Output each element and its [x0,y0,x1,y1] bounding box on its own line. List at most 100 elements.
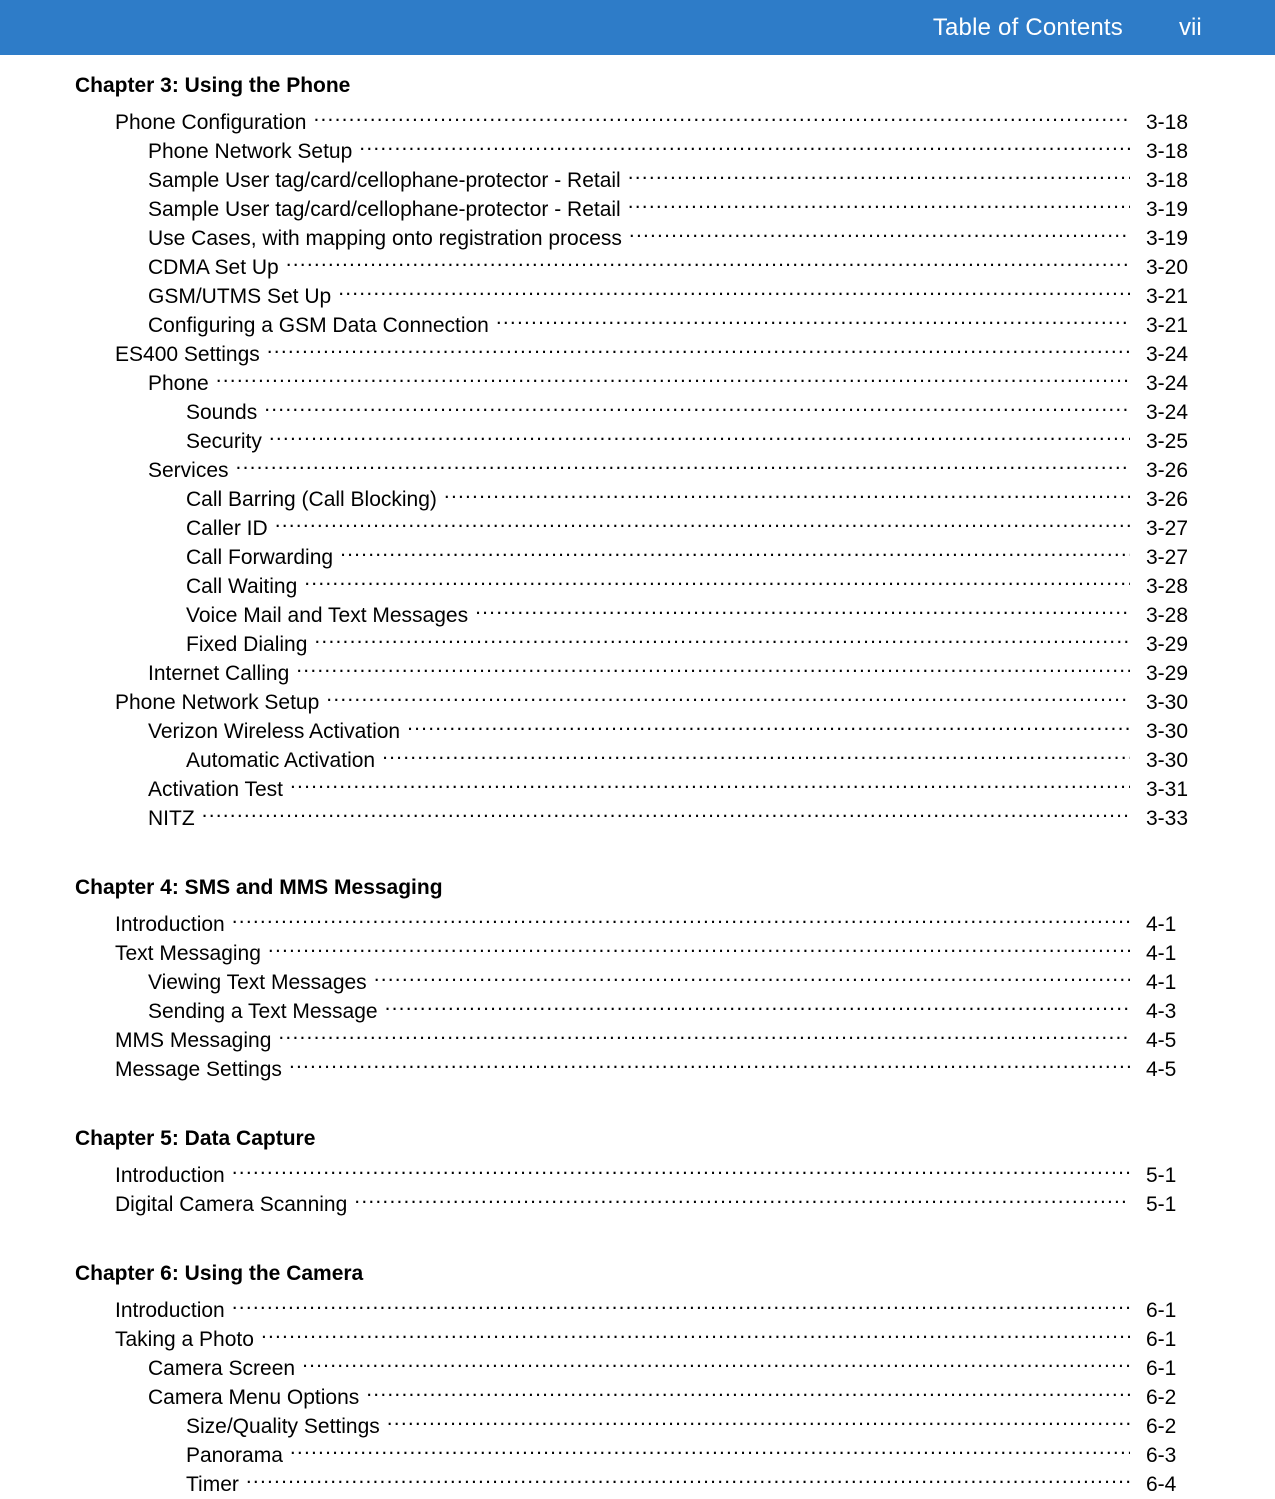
toc-dot-leader [359,129,1130,158]
toc-entry-page-number: 6-1 [1146,1357,1177,1380]
toc-entry-label: Internet Calling [148,662,290,685]
toc-entry-page-number: 3-18 [1146,111,1189,134]
toc-entry-page-number: 3-27 [1146,517,1189,540]
toc-entry-label: Call Waiting [186,575,298,598]
toc-dot-leader [475,593,1130,622]
page-header-title: Table of Contents [932,13,1123,41]
toc-entry-label: Message Settings [115,1058,282,1081]
toc-entry-page-number: 4-1 [1146,971,1177,994]
toc-entry-label: CDMA Set Up [148,256,279,279]
toc-entry-page-number: 5-1 [1146,1164,1177,1187]
toc-entry-page-number: 3-30 [1146,720,1189,743]
toc-dot-leader [289,1047,1130,1076]
toc-entry-page-number: 3-20 [1146,256,1189,279]
toc-dot-leader [290,767,1130,796]
toc-entry-label: Introduction [115,1299,225,1322]
toc-entry-page-number: 3-21 [1146,314,1189,337]
toc-entry-page-number: 3-30 [1146,691,1189,714]
toc-dot-leader [628,187,1130,216]
toc-dot-leader [366,1375,1130,1404]
toc-entry-page-number: 4-1 [1146,942,1177,965]
toc-entry-page-number: 3-19 [1146,198,1189,221]
chapter-block: Chapter 5: Data Capture Introduction 5-1 Di… [0,1124,1275,1216]
toc-dot-leader [354,1182,1130,1211]
toc-entry-label: Text Messaging [115,942,261,965]
toc-entry-page-number: 3-27 [1146,546,1189,569]
toc-entry-label: Timer [186,1473,239,1496]
toc-dot-leader [269,419,1130,448]
toc-dot-leader [496,303,1130,332]
toc-entry[interactable]: Introduction 4-1 [0,902,1275,936]
toc-dot-leader [629,216,1130,245]
toc-entry-page-number: 3-19 [1146,227,1189,250]
toc-dot-leader [216,361,1130,390]
toc-entry-page-number: 6-4 [1146,1473,1177,1496]
toc-dot-leader [387,1404,1130,1433]
toc-entry[interactable]: Phone Configuration 3-18 [0,100,1275,134]
toc-entry-page-number: 4-1 [1146,913,1177,936]
toc-entry-page-number: 3-30 [1146,749,1189,772]
page-header: Table of Contents vii [0,0,1275,55]
toc-entry-label: Introduction [115,1164,225,1187]
toc-entry-page-number: 3-24 [1146,372,1189,395]
toc-dot-leader [407,709,1130,738]
toc-entry[interactable]: Introduction 6-1 [0,1288,1275,1322]
toc-entry-page-number: 3-29 [1146,633,1189,656]
chapter-heading: Chapter 5: Data Capture [75,1127,316,1150]
toc-dot-leader [232,1153,1130,1182]
toc-entry-page-number: 4-5 [1146,1029,1177,1052]
toc-dot-leader [202,796,1130,825]
toc-dot-leader [261,1317,1130,1346]
toc-dot-leader [340,535,1130,564]
toc-dot-leader [267,332,1130,361]
chapter-heading: Chapter 3: Using the Phone [75,74,351,97]
chapter-heading: Chapter 4: SMS and MMS Messaging [75,876,443,899]
toc-dot-leader [374,960,1130,989]
toc-dot-leader [326,680,1130,709]
toc-entry-page-number: 3-21 [1146,285,1189,308]
toc-entry-page-number: 3-31 [1146,778,1189,801]
page-header-page-number: vii [1179,13,1202,41]
toc-dot-leader [338,274,1130,303]
toc-entry-page-number: 3-18 [1146,169,1189,192]
chapter-heading: Chapter 6: Using the Camera [75,1262,364,1285]
toc-dot-leader [278,1018,1130,1047]
toc-dot-leader [286,245,1130,274]
toc-dot-leader [275,506,1130,535]
toc-dot-leader [264,390,1130,419]
chapter-spacer [0,55,1275,71]
toc-entry-page-number: 6-2 [1146,1415,1177,1438]
toc-entry-label: Camera Menu Options [148,1386,360,1409]
toc-entry-page-number: 4-5 [1146,1058,1177,1081]
toc-entry-page-number: 3-28 [1146,604,1189,627]
toc-dot-leader [236,448,1130,477]
toc-entry-label: MMS Messaging [115,1029,272,1052]
toc-entry-page-number: 6-1 [1146,1299,1177,1322]
toc-dot-leader [313,100,1130,129]
toc-entry-page-number: 3-25 [1146,430,1189,453]
toc-entry-label: Fixed Dialing [186,633,308,656]
toc-dot-leader [304,564,1130,593]
toc-entry-label: Phone Network Setup [115,691,320,714]
toc-entry[interactable]: Introduction 5-1 [0,1153,1275,1187]
toc-dot-leader [314,622,1130,651]
toc-entry-page-number: 3-33 [1146,807,1189,830]
toc-dot-leader [385,989,1130,1018]
toc-entry-label: Phone [148,372,209,395]
toc-entry-label: Services [148,459,229,482]
toc-entry-page-number: 3-18 [1146,140,1189,163]
toc-entry-label: Viewing Text Messages [148,971,367,994]
toc-entry-label: Phone Configuration [115,111,307,134]
toc-entry-label: Sounds [186,401,258,424]
toc-entry-label: NITZ [148,807,195,830]
toc-dot-leader [296,651,1130,680]
toc-entry-label: Digital Camera Scanning [115,1193,348,1216]
toc-dot-leader [232,902,1130,931]
toc-entry-label: Verizon Wireless Activation [148,720,401,743]
toc-dot-leader [290,1433,1130,1462]
toc-dot-leader [444,477,1130,506]
toc-entry-page-number: 3-28 [1146,575,1189,598]
toc-entry-label: Camera Screen [148,1357,296,1380]
toc-entry-page-number: 3-26 [1146,488,1189,511]
toc-entry-label: GSM/UTMS Set Up [148,285,332,308]
